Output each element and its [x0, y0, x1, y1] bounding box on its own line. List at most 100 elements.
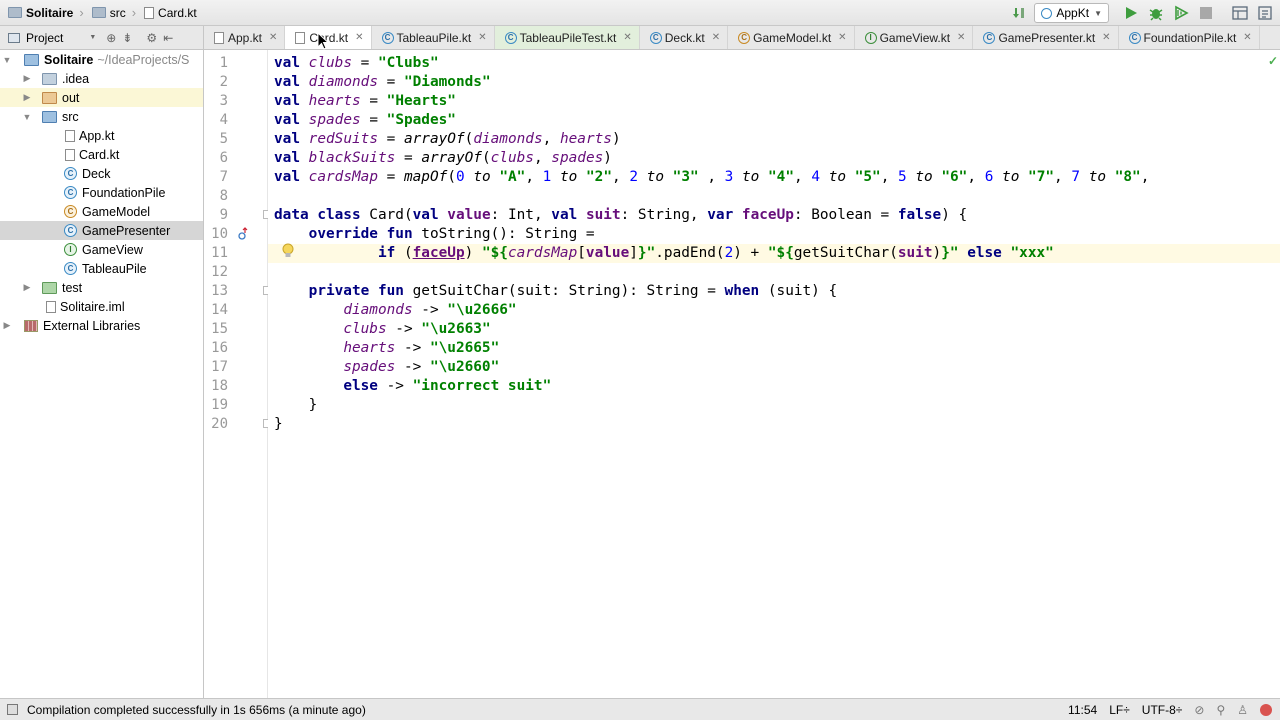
breadcrumb-file[interactable]: Card.kt — [136, 0, 197, 26]
collapsed-arrow-icon[interactable]: ▶ — [22, 92, 32, 103]
collapsed-arrow-icon[interactable]: ▶ — [2, 320, 12, 331]
intention-bulb-icon[interactable] — [282, 243, 296, 259]
analysis-ok-icon[interactable]: ✓ — [1268, 54, 1278, 68]
code-line: data class Card(val value: Int, val suit… — [274, 207, 968, 223]
close-icon[interactable]: ✕ — [623, 32, 631, 43]
tree-item-solitaire[interactable]: ▼ Solitaire ~/IdeaProjects/S — [0, 50, 203, 69]
tab-app-kt[interactable]: App.kt ✕ — [204, 26, 286, 49]
tab-deck-kt[interactable]: C Deck.kt ✕ — [640, 26, 729, 49]
code-line: } — [274, 416, 283, 432]
coverage-icon[interactable] — [1170, 2, 1192, 24]
close-icon[interactable]: ✕ — [478, 32, 486, 43]
line-number: 7 — [219, 169, 228, 185]
run-icon[interactable] — [1120, 2, 1142, 24]
close-icon[interactable]: ✕ — [712, 32, 720, 43]
tab-gamemodel-kt[interactable]: C GameModel.kt ✕ — [728, 26, 855, 49]
expanded-arrow-icon[interactable]: ▼ — [22, 112, 32, 122]
kotlin-class-icon: C — [381, 31, 394, 44]
run-toolbar: AppKt ▼ — [1005, 0, 1280, 26]
expanded-arrow-icon[interactable]: ▼ — [2, 55, 12, 65]
tree-item-out[interactable]: ▶ out — [0, 88, 203, 107]
project-folder-icon — [8, 7, 22, 18]
collapsed-arrow-icon[interactable]: ▶ — [22, 282, 32, 293]
tab-gamepresenter-kt[interactable]: C GamePresenter.kt ✕ — [973, 26, 1119, 49]
breadcrumb-src[interactable]: src › — [84, 0, 136, 26]
readonly-toggle-icon[interactable]: ⊘ — [1194, 703, 1204, 717]
tab-foundationpile-kt[interactable]: C FoundationPile.kt ✕ — [1119, 26, 1260, 49]
code-line: override fun toString(): String = — [308, 226, 595, 242]
editor-gutter[interactable]: 1 2 3 4 5 6 7 8 9 10 11 12 13 14 15 16 1… — [204, 50, 294, 698]
close-icon[interactable]: ✕ — [957, 32, 965, 43]
project-view-selector[interactable]: Project — [26, 31, 63, 45]
line-number: 17 — [211, 359, 228, 375]
line-number: 10 — [211, 226, 228, 242]
close-icon[interactable]: ✕ — [838, 32, 846, 43]
tree-item-gamemodel[interactable]: C GameModel — [0, 202, 203, 221]
line-number: 15 — [211, 321, 228, 337]
collapsed-arrow-icon[interactable]: ▶ — [22, 73, 32, 84]
inspector-icon[interactable]: ♙ — [1237, 703, 1248, 717]
line-separator[interactable]: LF÷ — [1109, 703, 1130, 717]
breadcrumb-project[interactable]: Solitaire › — [0, 0, 84, 26]
tab-label: TableauPileTest.kt — [519, 30, 617, 45]
close-icon[interactable]: ✕ — [269, 32, 277, 43]
line-number: 14 — [211, 302, 228, 318]
tab-label: FoundationPile.kt — [1143, 30, 1237, 45]
tab-label: Deck.kt — [664, 30, 705, 45]
tree-item-label: Deck — [82, 166, 111, 181]
git-icon[interactable]: ⚲ — [1216, 703, 1225, 717]
tree-item-label: Solitaire — [44, 52, 94, 67]
project-tree: ▼ Solitaire ~/IdeaProjects/S ▶ .idea ▶ o… — [0, 50, 204, 698]
line-number: 12 — [211, 264, 228, 280]
tab-label: TableauPile.kt — [396, 30, 472, 45]
line-number: 2 — [219, 74, 228, 90]
tree-item-gameview[interactable]: I GameView — [0, 240, 203, 259]
tree-item-deck[interactable]: C Deck — [0, 164, 203, 183]
project-structure-icon[interactable] — [1229, 2, 1251, 24]
code-editor[interactable]: val clubs = "Clubs" val diamonds = "Diam… — [268, 50, 1280, 698]
hide-panel-icon[interactable]: ⇤ — [163, 31, 173, 45]
code-line: val hearts = "Hearts" — [274, 93, 456, 109]
tree-item-foundationpile[interactable]: C FoundationPile — [0, 183, 203, 202]
caret-position[interactable]: 11:54 — [1068, 703, 1097, 717]
tab-label: GamePresenter.kt — [998, 30, 1096, 45]
sync-icon[interactable]: ⊕ — [106, 31, 116, 45]
override-marker-icon[interactable] — [238, 227, 248, 241]
code-line: private fun getSuitChar(suit: String): S… — [308, 283, 838, 299]
tab-tableaupile-kt[interactable]: C TableauPile.kt ✕ — [372, 26, 495, 49]
debug-icon[interactable] — [1145, 2, 1167, 24]
tree-item-idea[interactable]: ▶ .idea — [0, 69, 203, 88]
sdk-manager-icon[interactable] — [1254, 2, 1276, 24]
kotlin-class-icon: C — [504, 31, 517, 44]
collapse-all-icon[interactable]: ⇟ — [122, 31, 132, 45]
build-icon[interactable] — [1008, 2, 1030, 24]
tree-item-test[interactable]: ▶ test — [0, 278, 203, 297]
status-message[interactable]: Compilation completed successfully in 1s… — [27, 703, 366, 717]
line-number: 3 — [219, 93, 228, 109]
event-log-icon[interactable] — [1260, 703, 1272, 716]
code-line: val diamonds = "Diamonds" — [274, 74, 491, 90]
close-icon[interactable]: ✕ — [1243, 32, 1251, 43]
tree-item-src[interactable]: ▼ src — [0, 107, 203, 126]
toggle-tool-windows-icon[interactable] — [7, 704, 18, 715]
line-number: 16 — [211, 340, 228, 356]
code-line: val spades = "Spades" — [274, 112, 456, 128]
chevron-down-icon[interactable]: ▼ — [89, 34, 96, 41]
tree-item-card-kt[interactable]: Card.kt — [0, 145, 203, 164]
tree-item-gamepresenter[interactable]: C GamePresenter — [0, 221, 203, 240]
tree-item-external-libraries[interactable]: ▶ External Libraries — [0, 316, 203, 335]
tree-item-app-kt[interactable]: App.kt — [0, 126, 203, 145]
file-encoding[interactable]: UTF-8÷ — [1142, 703, 1183, 717]
tree-item-tableaupile[interactable]: C TableauPile — [0, 259, 203, 278]
kotlin-class-icon: C — [649, 31, 662, 44]
tab-tableaupiletest-kt[interactable]: C TableauPileTest.kt ✕ — [494, 26, 640, 49]
tab-gameview-kt[interactable]: I GameView.kt ✕ — [855, 26, 974, 49]
run-configuration-select[interactable]: AppKt ▼ — [1034, 3, 1109, 23]
line-number: 6 — [219, 150, 228, 166]
close-icon[interactable]: ✕ — [355, 32, 363, 43]
close-icon[interactable]: ✕ — [1102, 32, 1110, 43]
stop-icon[interactable] — [1195, 2, 1217, 24]
gear-icon[interactable]: ⚙ — [146, 31, 157, 45]
tree-item-solitaire-iml[interactable]: Solitaire.iml — [0, 297, 203, 316]
status-widgets: 11:54 LF÷ UTF-8÷ ⊘ ⚲ ♙ — [1068, 699, 1272, 720]
